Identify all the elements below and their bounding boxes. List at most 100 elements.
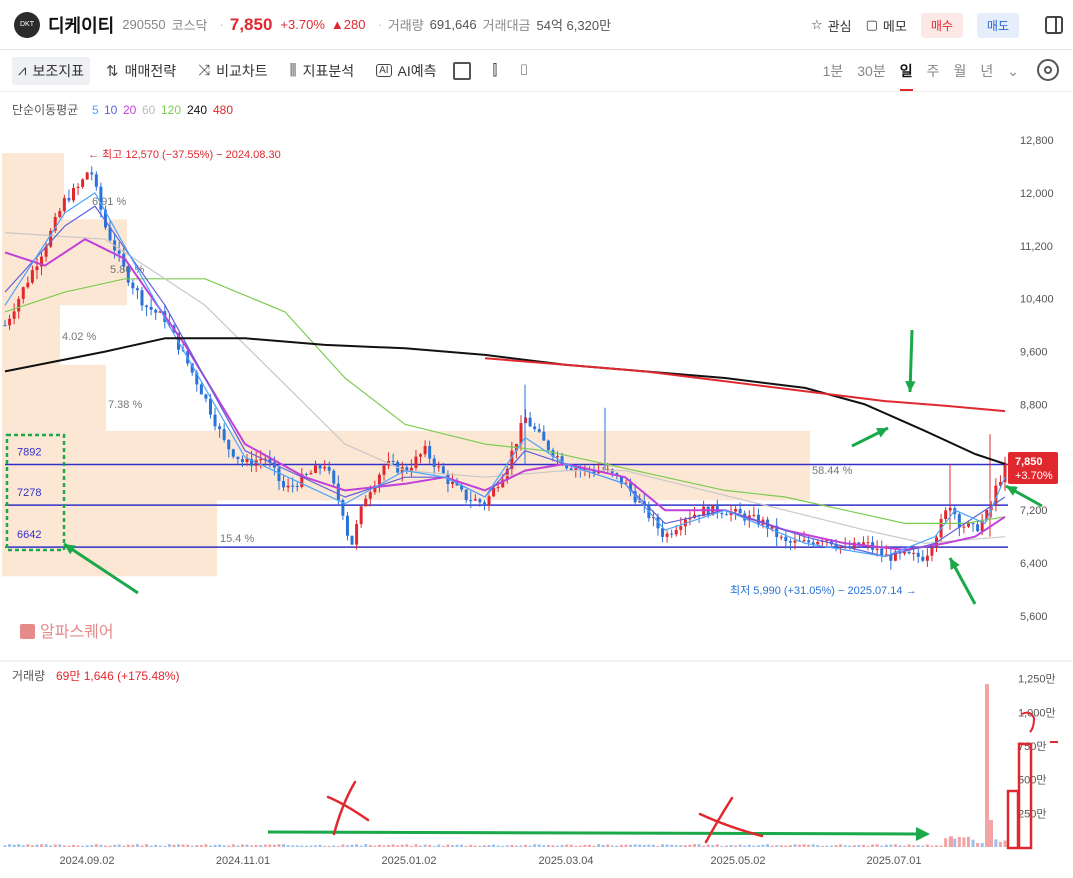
candlestick-icon: ⫿ [492, 62, 498, 79]
y-tick-label: 10,400 [1020, 294, 1054, 306]
ai-predict-button[interactable]: AI AI예측 [370, 57, 442, 85]
volume-profile-label: 7.38 % [108, 399, 142, 411]
ma-legend-period: 60 [142, 103, 156, 117]
sidebar-toggle-icon[interactable] [1045, 16, 1063, 34]
volume-bar [743, 845, 747, 847]
candle-body [880, 548, 884, 556]
candle-body [62, 198, 66, 212]
volume-bar [455, 844, 459, 847]
candle-body [528, 417, 532, 427]
volume-bar [323, 845, 327, 847]
candle-body [368, 492, 372, 499]
volume-bar [190, 845, 194, 847]
volume-bar [419, 845, 423, 847]
period-tab-1[interactable]: 30분 [857, 61, 885, 81]
volume-bar [304, 845, 308, 847]
volume-bar [610, 845, 614, 847]
indicator-icon: ⩘ [18, 62, 27, 79]
candle-body [291, 485, 295, 487]
period-tab-2[interactable]: 일 [899, 61, 913, 91]
candle-style-button[interactable]: ⫿ [487, 58, 504, 83]
volume-profile-bar [2, 153, 64, 220]
volume-bar [158, 845, 162, 847]
volume-bar [953, 838, 957, 847]
candle-body [724, 514, 728, 516]
strategy-button[interactable]: ⇅ 매매전략 [100, 57, 182, 85]
candle-body [432, 458, 436, 467]
volume-bar [405, 844, 409, 847]
volume-bar [81, 845, 85, 847]
candle-body [966, 523, 970, 527]
candle-body [903, 552, 907, 554]
volume-bar [140, 845, 144, 847]
volume-bar [254, 844, 258, 847]
candle-body [90, 172, 94, 175]
period-tab-5[interactable]: 년 [980, 61, 993, 81]
candle-body [524, 417, 528, 424]
memo-button[interactable]: ▢ 메모 [866, 16, 907, 35]
volume-bar [208, 845, 212, 847]
memo-icon: ▢ [865, 17, 878, 32]
y-tick-label: 7,200 [1020, 505, 1048, 517]
volume-bar [903, 845, 907, 847]
volume-bar [177, 844, 181, 847]
volume-bar [300, 845, 304, 847]
settings-gear-icon[interactable] [1037, 59, 1059, 81]
candle-body [469, 500, 473, 502]
volume-bar [373, 845, 377, 847]
candle-body [149, 306, 153, 310]
volume-bar [441, 845, 445, 847]
volume-bar [615, 845, 619, 847]
volume-bar [711, 845, 715, 847]
volume-bar [583, 844, 587, 847]
candle-body [355, 524, 359, 545]
screenshot-button[interactable]: ⌷ [513, 58, 534, 83]
price-chart[interactable]: 6.91 %5.86 %4.02 %7.38 %58.44 %15.4 %단순이… [0, 92, 1073, 878]
volume-bar [912, 845, 916, 847]
volume-bar [17, 844, 21, 847]
volume-bar [67, 845, 71, 847]
chevron-down-icon[interactable]: ⌄ [1007, 63, 1019, 80]
compare-button[interactable]: ⤨ 비교차트 [192, 57, 274, 85]
y-tick-label: 8,800 [1020, 399, 1048, 411]
period-tab-4[interactable]: 월 [953, 61, 966, 81]
volume-bar [560, 845, 564, 847]
candle-body [976, 524, 980, 532]
volume-bar [163, 845, 167, 847]
volume-bar [935, 845, 939, 847]
volume-legend-value: 69만 1,646 (+175.48%) [56, 669, 179, 683]
volume-bar [852, 845, 856, 847]
candle-body [674, 529, 678, 535]
candle-body [779, 536, 783, 538]
period-tab-0[interactable]: 1분 [823, 61, 844, 81]
period-tab-3[interactable]: 주 [927, 61, 940, 81]
watch-button[interactable]: ☆ 관심 [811, 16, 852, 35]
chart-toolbar: ⩘ 보조지표 ⇅ 매매전략 ⤨ 비교차트 ⫼ 지표분석 AI AI예측 ⫿ ⌷ 1분 30분… [0, 50, 1073, 92]
candle-body [391, 461, 395, 463]
analysis-button[interactable]: ⫼ 지표분석 [284, 57, 360, 85]
volume-bar [44, 844, 48, 847]
volume-bar [126, 844, 130, 847]
volume-bar [391, 844, 395, 847]
x-date-label: 2025.05.02 [710, 855, 765, 867]
candle-body [286, 485, 290, 488]
volume-bar [236, 845, 240, 847]
volume-bar [231, 844, 235, 847]
volume-bar [409, 845, 413, 847]
volume-bar [962, 837, 966, 847]
volume-bar [482, 845, 486, 847]
volume-bar [720, 845, 724, 847]
volume-bar [528, 845, 532, 847]
volume-bar [798, 844, 802, 847]
candle-body [679, 526, 683, 530]
indicators-button[interactable]: ⩘ 보조지표 [12, 56, 90, 85]
sell-button[interactable]: 매도 [976, 12, 1019, 38]
candle-body [332, 470, 336, 484]
buy-button[interactable]: 매수 [920, 12, 963, 38]
volume-bar [939, 845, 943, 847]
volume-bar [971, 839, 975, 847]
x-date-label: 2025.07.01 [866, 855, 921, 867]
volume-bar [706, 844, 710, 847]
drawing-box-icon[interactable] [452, 61, 471, 80]
volume-bar [761, 844, 765, 847]
